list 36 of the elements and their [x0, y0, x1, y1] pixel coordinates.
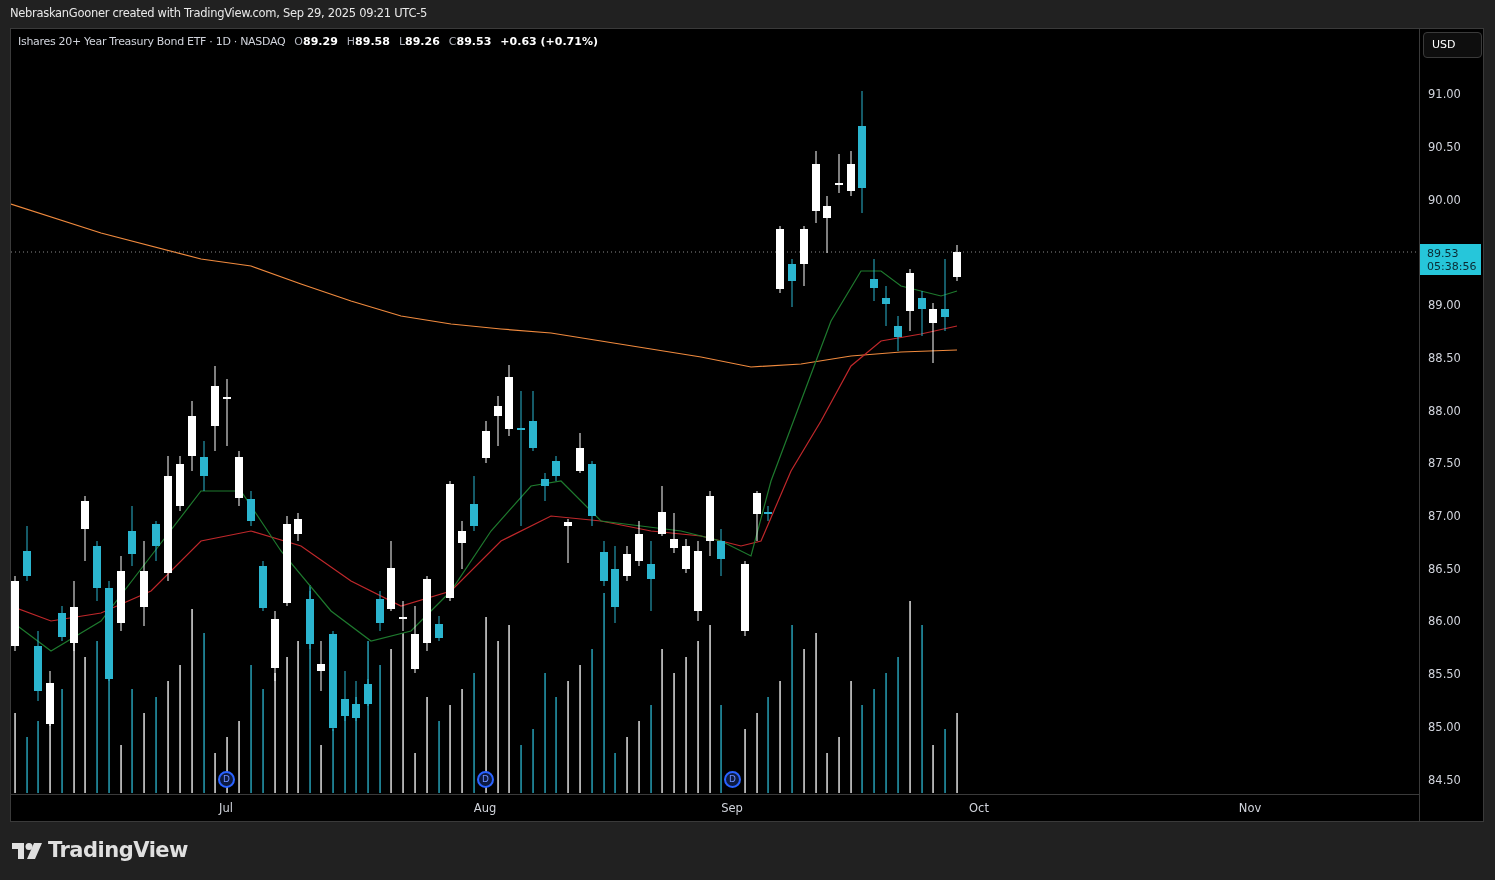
logo-icon: [12, 843, 42, 859]
ohlc-label: H: [346, 34, 356, 50]
ohlc-value: 89.53: [456, 34, 492, 50]
last-price-label: 89.53 05:38:56: [1420, 244, 1481, 275]
price-axis-label: 87.00: [1428, 508, 1461, 526]
ohlc-value: 89.58: [355, 34, 390, 50]
chart-caption: NebraskanGooner created with TradingView.com, Sep 29, 2025 09:21 UTC-5: [10, 5, 427, 23]
price-axis-label: 89.00: [1428, 297, 1461, 315]
price-axis-label: 84.50: [1428, 772, 1461, 790]
dividend-marker[interactable]: D: [724, 771, 741, 788]
time-axis-label: Oct: [969, 800, 989, 817]
time-axis-label: Jul: [219, 800, 233, 817]
ohlc-value: 89.29: [303, 34, 338, 50]
currency-button[interactable]: USD: [1423, 32, 1482, 58]
price-axis-label: 88.50: [1428, 350, 1461, 368]
price-axis-label: 90.00: [1428, 192, 1461, 210]
time-axis-label: Aug: [473, 800, 497, 817]
ohlc-label: C: [448, 34, 457, 50]
time-axis-label: Nov: [1238, 800, 1262, 817]
price-axis-label: 90.50: [1428, 139, 1461, 157]
brand-name: TradingView: [48, 837, 188, 865]
price-axis-label: 88.00: [1428, 403, 1461, 421]
dividend-marker[interactable]: D: [218, 771, 235, 788]
price-axis-label: 91.00: [1428, 86, 1461, 104]
price-axis-label: 86.00: [1428, 613, 1461, 631]
price-axis-label: 85.50: [1428, 666, 1461, 684]
ohlc-value: 89.26: [405, 34, 440, 50]
price-axis-label: 87.50: [1428, 455, 1461, 473]
price-axis-label: 86.50: [1428, 561, 1461, 579]
ohlc-label: O: [294, 34, 304, 50]
price-change: +0.63 (+0.71%): [500, 34, 598, 50]
price-axis-label: 85.00: [1428, 719, 1461, 737]
symbol-title: Ishares 20+ Year Treasury Bond ETF · 1D · NASDAQ: [18, 34, 286, 50]
ohlc-label: L: [398, 34, 406, 50]
dividend-marker[interactable]: D: [477, 771, 494, 788]
time-axis-label: Sep: [721, 800, 743, 817]
